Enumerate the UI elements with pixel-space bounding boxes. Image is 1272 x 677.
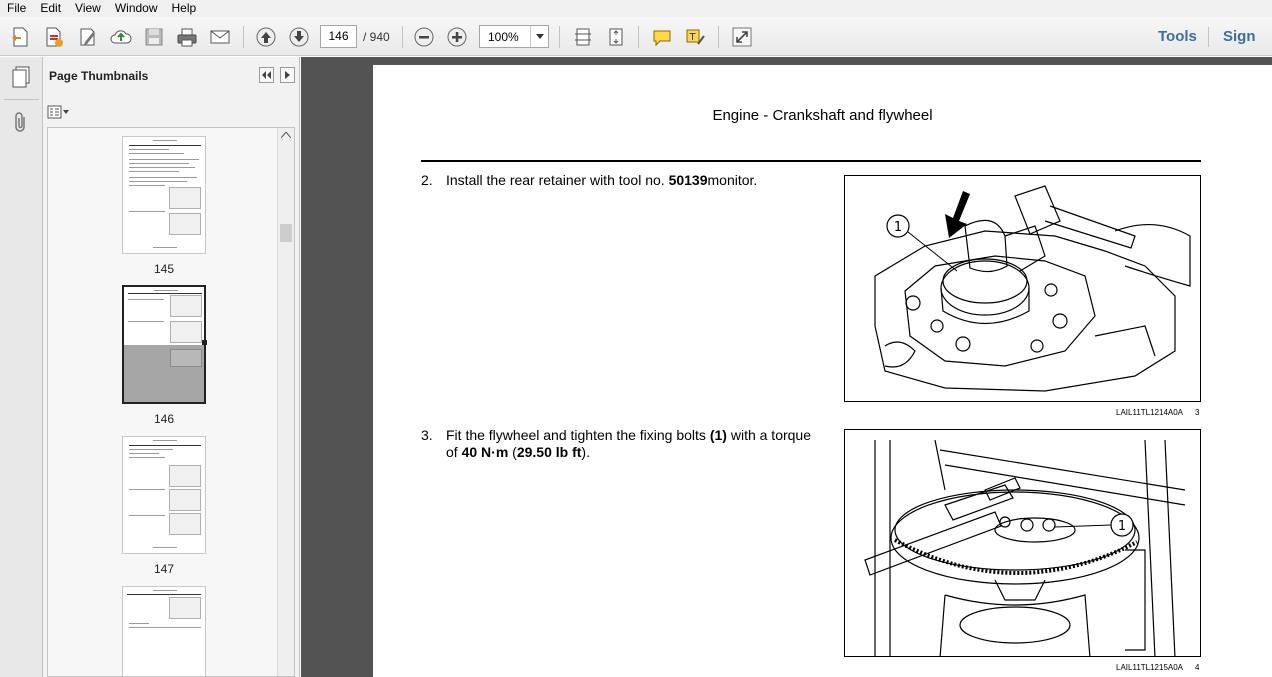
step-3-text: Fit the flywheel and tighten the fixing … bbox=[446, 427, 812, 460]
thumbnail-label-146: 146 bbox=[153, 412, 175, 426]
tool-number: 50139 bbox=[668, 172, 708, 188]
previous-page-icon[interactable] bbox=[253, 24, 279, 50]
print-icon[interactable] bbox=[174, 24, 200, 50]
step-2-text: Install the rear retainer with tool no. … bbox=[446, 172, 758, 188]
email-icon[interactable] bbox=[207, 24, 233, 50]
zoom-out-icon[interactable] bbox=[411, 24, 437, 50]
panel-title: Page Thumbnails bbox=[49, 69, 149, 83]
menu-bar: File Edit View Window Help bbox=[0, 0, 1272, 17]
step-2-number: 2. bbox=[421, 172, 433, 188]
callout-1-flywheel: 1 bbox=[1118, 519, 1126, 534]
step-3-number: 3. bbox=[421, 427, 433, 443]
thumbnail-page-147[interactable] bbox=[122, 436, 206, 554]
figure-2-caption-number: 4 bbox=[1195, 663, 1200, 672]
menu-help[interactable]: Help bbox=[165, 0, 204, 17]
zoom-select[interactable]: 100% bbox=[479, 25, 549, 48]
figure-1-caption-code: LAIL11TL1214A0A bbox=[1116, 408, 1184, 417]
zoom-in-icon[interactable] bbox=[444, 24, 470, 50]
upload-cloud-icon[interactable] bbox=[108, 24, 134, 50]
thumbnail-page-148[interactable] bbox=[122, 586, 206, 676]
next-page-icon[interactable] bbox=[286, 24, 312, 50]
step-3: 3. Fit the flywheel and tighten the fixi… bbox=[421, 427, 811, 467]
figure-1-caption-number: 3 bbox=[1195, 408, 1200, 417]
scroll-up-icon[interactable] bbox=[281, 132, 291, 138]
export-pdf-icon[interactable] bbox=[41, 24, 67, 50]
toolbar: 146 / 940 100% T Tools Sign bbox=[0, 17, 1272, 56]
tools-link[interactable]: Tools bbox=[1158, 28, 1197, 45]
menu-view[interactable]: View bbox=[68, 0, 108, 17]
sign-link[interactable]: Sign bbox=[1223, 28, 1256, 45]
thumbnail-page-146[interactable] bbox=[122, 285, 207, 404]
menu-edit[interactable]: Edit bbox=[33, 0, 68, 17]
scrollbar-thumb[interactable] bbox=[280, 224, 292, 242]
torque-lbft: 29.50 lb ft bbox=[516, 444, 582, 460]
thumbnail-label-145: 145 bbox=[153, 262, 175, 276]
pdf-page: Engine - Crankshaft and flywheel 2. Inst… bbox=[373, 65, 1272, 677]
expand-panel-icon[interactable] bbox=[280, 67, 295, 83]
fit-page-icon[interactable] bbox=[603, 24, 629, 50]
figure-2-caption-code: LAIL11TL1215A0A bbox=[1116, 663, 1184, 672]
highlight-text-icon[interactable]: T bbox=[682, 24, 708, 50]
page-thumbnails-icon[interactable] bbox=[8, 64, 34, 90]
create-pdf-icon[interactable] bbox=[7, 24, 33, 50]
page-number-input[interactable]: 146 bbox=[320, 25, 357, 48]
step-2: 2. Install the rear retainer with tool n… bbox=[421, 172, 831, 192]
page-total: / 940 bbox=[363, 30, 390, 44]
navigation-rail bbox=[0, 57, 43, 677]
figure-rear-retainer: 1 bbox=[844, 175, 1201, 402]
document-viewport[interactable]: Engine - Crankshaft and flywheel 2. Inst… bbox=[301, 57, 1272, 677]
comment-icon[interactable] bbox=[649, 24, 675, 50]
collapse-panel-icon[interactable] bbox=[259, 67, 274, 83]
thumbnails-panel: Page Thumbnails 145 146 147 bbox=[43, 57, 300, 677]
attachment-icon[interactable] bbox=[8, 109, 34, 135]
thumbnail-page-145[interactable] bbox=[122, 136, 206, 254]
scrolling-mode-icon[interactable] bbox=[570, 24, 596, 50]
torque-nm: 40 N·m bbox=[461, 444, 509, 460]
thumbnails-list: 145 146 147 bbox=[47, 127, 295, 677]
page-header: Engine - Crankshaft and flywheel bbox=[712, 107, 933, 124]
svg-text:T: T bbox=[689, 32, 697, 43]
thumbnail-label-147: 147 bbox=[153, 562, 175, 576]
bolt-reference: (1) bbox=[709, 427, 727, 443]
edit-pdf-icon[interactable] bbox=[75, 24, 101, 50]
thumbnail-options-button[interactable] bbox=[47, 103, 73, 121]
menu-window[interactable]: Window bbox=[108, 0, 165, 17]
callout-1: 1 bbox=[894, 220, 902, 235]
menu-file[interactable]: File bbox=[0, 0, 33, 17]
save-icon[interactable] bbox=[141, 24, 167, 50]
thumbnails-scrollbar[interactable] bbox=[277, 128, 294, 676]
zoom-value: 100% bbox=[488, 30, 519, 44]
chevron-down-icon[interactable] bbox=[530, 26, 548, 47]
figure-flywheel: 1 bbox=[844, 429, 1201, 657]
expand-icon[interactable] bbox=[729, 24, 755, 50]
header-rule bbox=[421, 160, 1201, 162]
